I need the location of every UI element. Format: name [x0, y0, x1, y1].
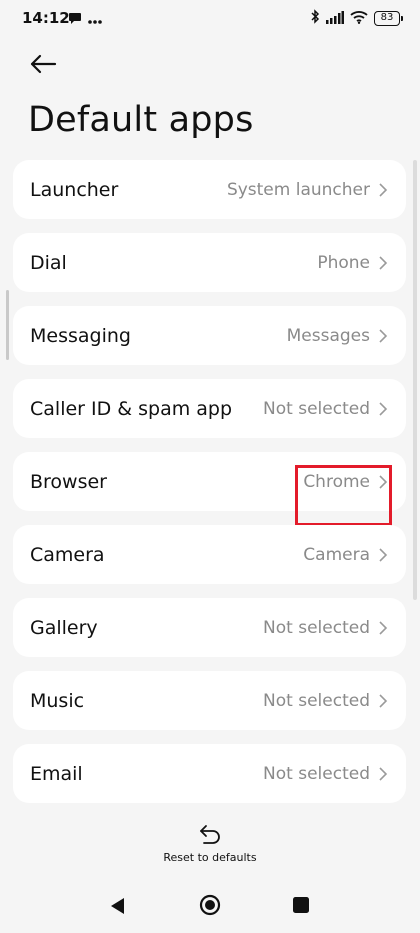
- item-label: Dial: [30, 251, 67, 274]
- item-label: Messaging: [30, 324, 131, 347]
- battery-icon: 83: [374, 11, 403, 26]
- wifi-icon: [350, 9, 368, 28]
- item-value: Not selected: [263, 763, 370, 784]
- list-item-caller-id[interactable]: Caller ID & spam app Not selected: [13, 379, 406, 438]
- chevron-right-icon: [377, 328, 389, 344]
- default-apps-list: Launcher System launcher Dial Phone Mess…: [13, 160, 406, 817]
- item-value: System launcher: [226, 179, 370, 200]
- item-label: Caller ID & spam app: [30, 397, 233, 420]
- back-button[interactable]: [26, 52, 60, 80]
- chevron-right-icon: [377, 401, 389, 417]
- item-label: Launcher: [30, 178, 119, 201]
- chat-bubble-icon: [68, 10, 82, 29]
- item-label: Music: [30, 689, 85, 712]
- item-value-wrap: Phone: [317, 253, 389, 273]
- chevron-right-icon: [377, 255, 389, 271]
- item-value: Not selected: [263, 617, 370, 638]
- page-title: Default apps: [28, 100, 254, 140]
- item-label: Camera: [30, 543, 105, 566]
- item-value: Camera: [303, 544, 370, 565]
- item-label: Browser: [30, 470, 107, 493]
- item-value-wrap: Messages: [287, 326, 389, 346]
- list-item-browser[interactable]: Browser Chrome: [13, 452, 406, 526]
- item-value-wrap: Not selected: [263, 691, 389, 711]
- chevron-right-icon: [377, 620, 389, 636]
- list-item-camera[interactable]: Camera Camera: [13, 525, 406, 584]
- navigation-bar: [0, 880, 420, 933]
- list-item-launcher[interactable]: Launcher System launcher: [13, 160, 406, 219]
- status-time: 14:12: [22, 9, 70, 27]
- signal-icon: [326, 9, 344, 28]
- more-dots-icon: [88, 10, 102, 29]
- chevron-right-icon: [377, 474, 389, 490]
- list-item-messaging[interactable]: Messaging Messages: [13, 306, 406, 365]
- scrollbar[interactable]: [413, 160, 417, 600]
- item-value-wrap: Chrome: [303, 472, 389, 492]
- status-left-icons: [68, 10, 102, 29]
- item-value-wrap: Not selected: [263, 618, 389, 638]
- reset-to-defaults-button[interactable]: Reset to defaults: [0, 822, 420, 864]
- item-value-wrap: System launcher: [227, 180, 389, 200]
- list-item-email[interactable]: Email Not selected: [13, 744, 406, 803]
- chevron-right-icon: [377, 766, 389, 782]
- home-circle-icon[interactable]: [199, 894, 221, 916]
- status-bar: 14:12 83: [0, 0, 420, 36]
- list-item-dial[interactable]: Dial Phone: [13, 233, 406, 292]
- status-right-icons: 83: [310, 9, 403, 28]
- undo-icon: [197, 822, 223, 846]
- item-value: Messages: [286, 325, 370, 346]
- item-value: Not selected: [263, 398, 370, 419]
- chevron-right-icon: [377, 547, 389, 563]
- chevron-right-icon: [377, 182, 389, 198]
- item-label: Gallery: [30, 616, 98, 639]
- recents-square-icon[interactable]: [293, 897, 309, 913]
- bluetooth-icon: [310, 9, 320, 28]
- edge-indicator: [6, 290, 9, 360]
- item-value: Chrome: [303, 471, 370, 492]
- item-value-wrap: Not selected: [263, 399, 389, 419]
- reset-label: Reset to defaults: [163, 851, 257, 864]
- item-value-wrap: Not selected: [263, 764, 389, 784]
- chevron-right-icon: [377, 693, 389, 709]
- back-triangle-icon[interactable]: [108, 896, 128, 916]
- list-item-music[interactable]: Music Not selected: [13, 671, 406, 730]
- item-label: Email: [30, 762, 83, 785]
- item-value: Phone: [317, 252, 370, 273]
- arrow-left-icon: [29, 54, 57, 78]
- list-item-gallery[interactable]: Gallery Not selected: [13, 598, 406, 657]
- item-value: Not selected: [263, 690, 370, 711]
- item-value-wrap: Camera: [303, 545, 389, 565]
